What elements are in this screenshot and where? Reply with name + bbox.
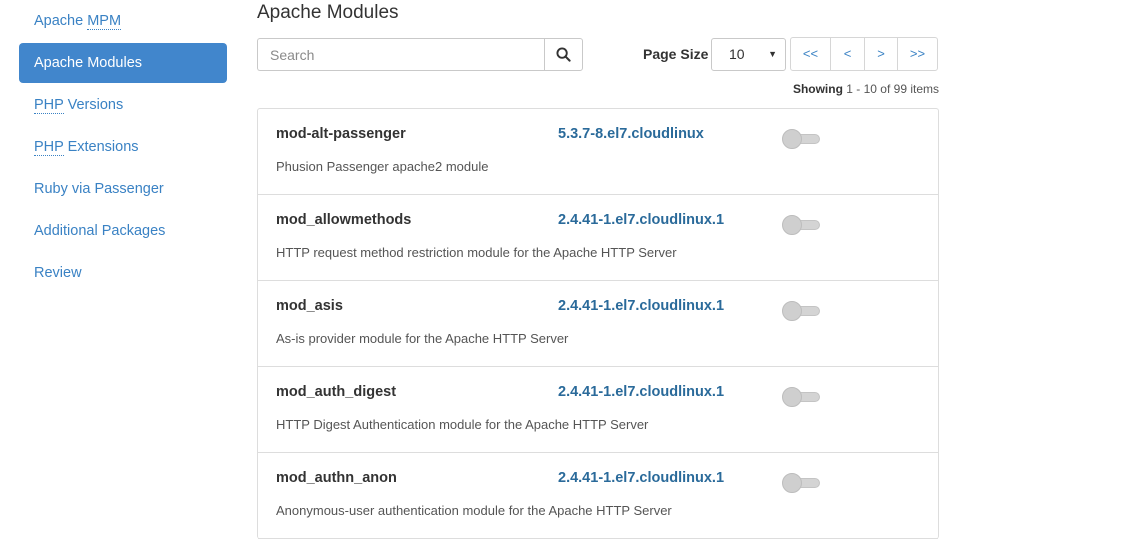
module-name: mod_asis <box>276 298 343 314</box>
module-version: 5.3.7-8.el7.cloudlinux <box>558 126 704 142</box>
sidebar-item-additional-packages[interactable]: Additional Packages <box>19 211 227 251</box>
module-description: HTTP request method restriction module f… <box>276 245 677 260</box>
module-description: HTTP Digest Authentication module for th… <box>276 417 649 432</box>
module-description: Anonymous-user authentication module for… <box>276 503 672 518</box>
sidebar-item-php-extensions[interactable]: PHP Extensions <box>19 127 227 167</box>
page-size-select[interactable]: 10 ▼ <box>711 38 786 71</box>
module-toggle[interactable] <box>782 129 820 149</box>
sidebar-item-php-versions[interactable]: PHP Versions <box>19 85 227 125</box>
module-name: mod_auth_digest <box>276 384 397 400</box>
module-name: mod_allowmethods <box>276 212 412 228</box>
sidebar-item-apache-mpm[interactable]: Apache MPM <box>19 1 227 41</box>
sidebar-item-label: Additional Packages <box>34 223 166 239</box>
page-size-value: 10 <box>729 46 745 62</box>
module-toggle[interactable] <box>782 301 820 321</box>
caret-down-icon: ▼ <box>768 49 777 59</box>
sidebar-item-label: Apache <box>34 13 88 29</box>
sidebar-item-label: Extensions <box>63 139 139 155</box>
first-page-button[interactable]: << <box>791 38 831 70</box>
module-toggle[interactable] <box>782 473 820 493</box>
showing-count: Showing 1 - 10 of 99 items <box>793 82 939 96</box>
module-row: mod-alt-passenger 5.3.7-8.el7.cloudlinux… <box>258 109 938 195</box>
next-page-button[interactable]: > <box>865 38 898 70</box>
module-row: mod_asis 2.4.41-1.el7.cloudlinux.1 As-is… <box>258 281 938 367</box>
page-size-label: Page Size <box>643 46 709 62</box>
module-row: mod_auth_digest 2.4.41-1.el7.cloudlinux.… <box>258 367 938 453</box>
showing-label: Showing <box>792 82 843 96</box>
sidebar-item-review[interactable]: Review <box>19 253 227 293</box>
sidebar-item-label: Ruby via Passenger <box>34 181 164 197</box>
module-version: 2.4.41-1.el7.cloudlinux.1 <box>558 212 725 228</box>
module-name: mod_authn_anon <box>276 470 397 486</box>
pagination: << < > >> <box>790 37 938 71</box>
sidebar-nav: Apache MPM Apache Modules PHP Versions P… <box>19 0 227 295</box>
module-version: 2.4.41-1.el7.cloudlinux.1 <box>558 298 725 314</box>
sidebar-item-label: Review <box>34 265 82 281</box>
module-name: mod-alt-passenger <box>276 126 406 142</box>
page-title: Apache Modules <box>257 2 399 23</box>
sidebar-item-abbr: PHP <box>34 97 64 114</box>
module-version: 2.4.41-1.el7.cloudlinux.1 <box>558 470 725 486</box>
sidebar-item-abbr: MPM <box>87 13 122 30</box>
module-row: mod_allowmethods 2.4.41-1.el7.cloudlinux… <box>258 195 938 281</box>
sidebar-item-abbr: PHP <box>34 139 64 156</box>
module-row: mod_authn_anon 2.4.41-1.el7.cloudlinux.1… <box>258 453 938 539</box>
prev-page-button[interactable]: < <box>831 38 865 70</box>
search-button[interactable] <box>544 38 583 71</box>
module-version: 2.4.41-1.el7.cloudlinux.1 <box>558 384 725 400</box>
module-list: mod-alt-passenger 5.3.7-8.el7.cloudlinux… <box>257 108 939 539</box>
sidebar-item-label: Apache Modules <box>34 55 143 71</box>
sidebar-item-label: Versions <box>63 97 124 113</box>
module-toggle[interactable] <box>782 215 820 235</box>
sidebar-item-apache-modules[interactable]: Apache Modules <box>19 43 227 83</box>
module-description: Phusion Passenger apache2 module <box>276 159 489 174</box>
module-description: As-is provider module for the Apache HTT… <box>276 331 569 346</box>
search-icon <box>556 47 571 62</box>
search-input[interactable] <box>257 38 544 71</box>
search-bar <box>257 38 583 71</box>
last-page-button[interactable]: >> <box>898 38 937 70</box>
sidebar-item-ruby-via-passenger[interactable]: Ruby via Passenger <box>19 169 227 209</box>
module-toggle[interactable] <box>782 387 820 407</box>
showing-range: 1 - 10 of 99 items <box>846 82 939 96</box>
